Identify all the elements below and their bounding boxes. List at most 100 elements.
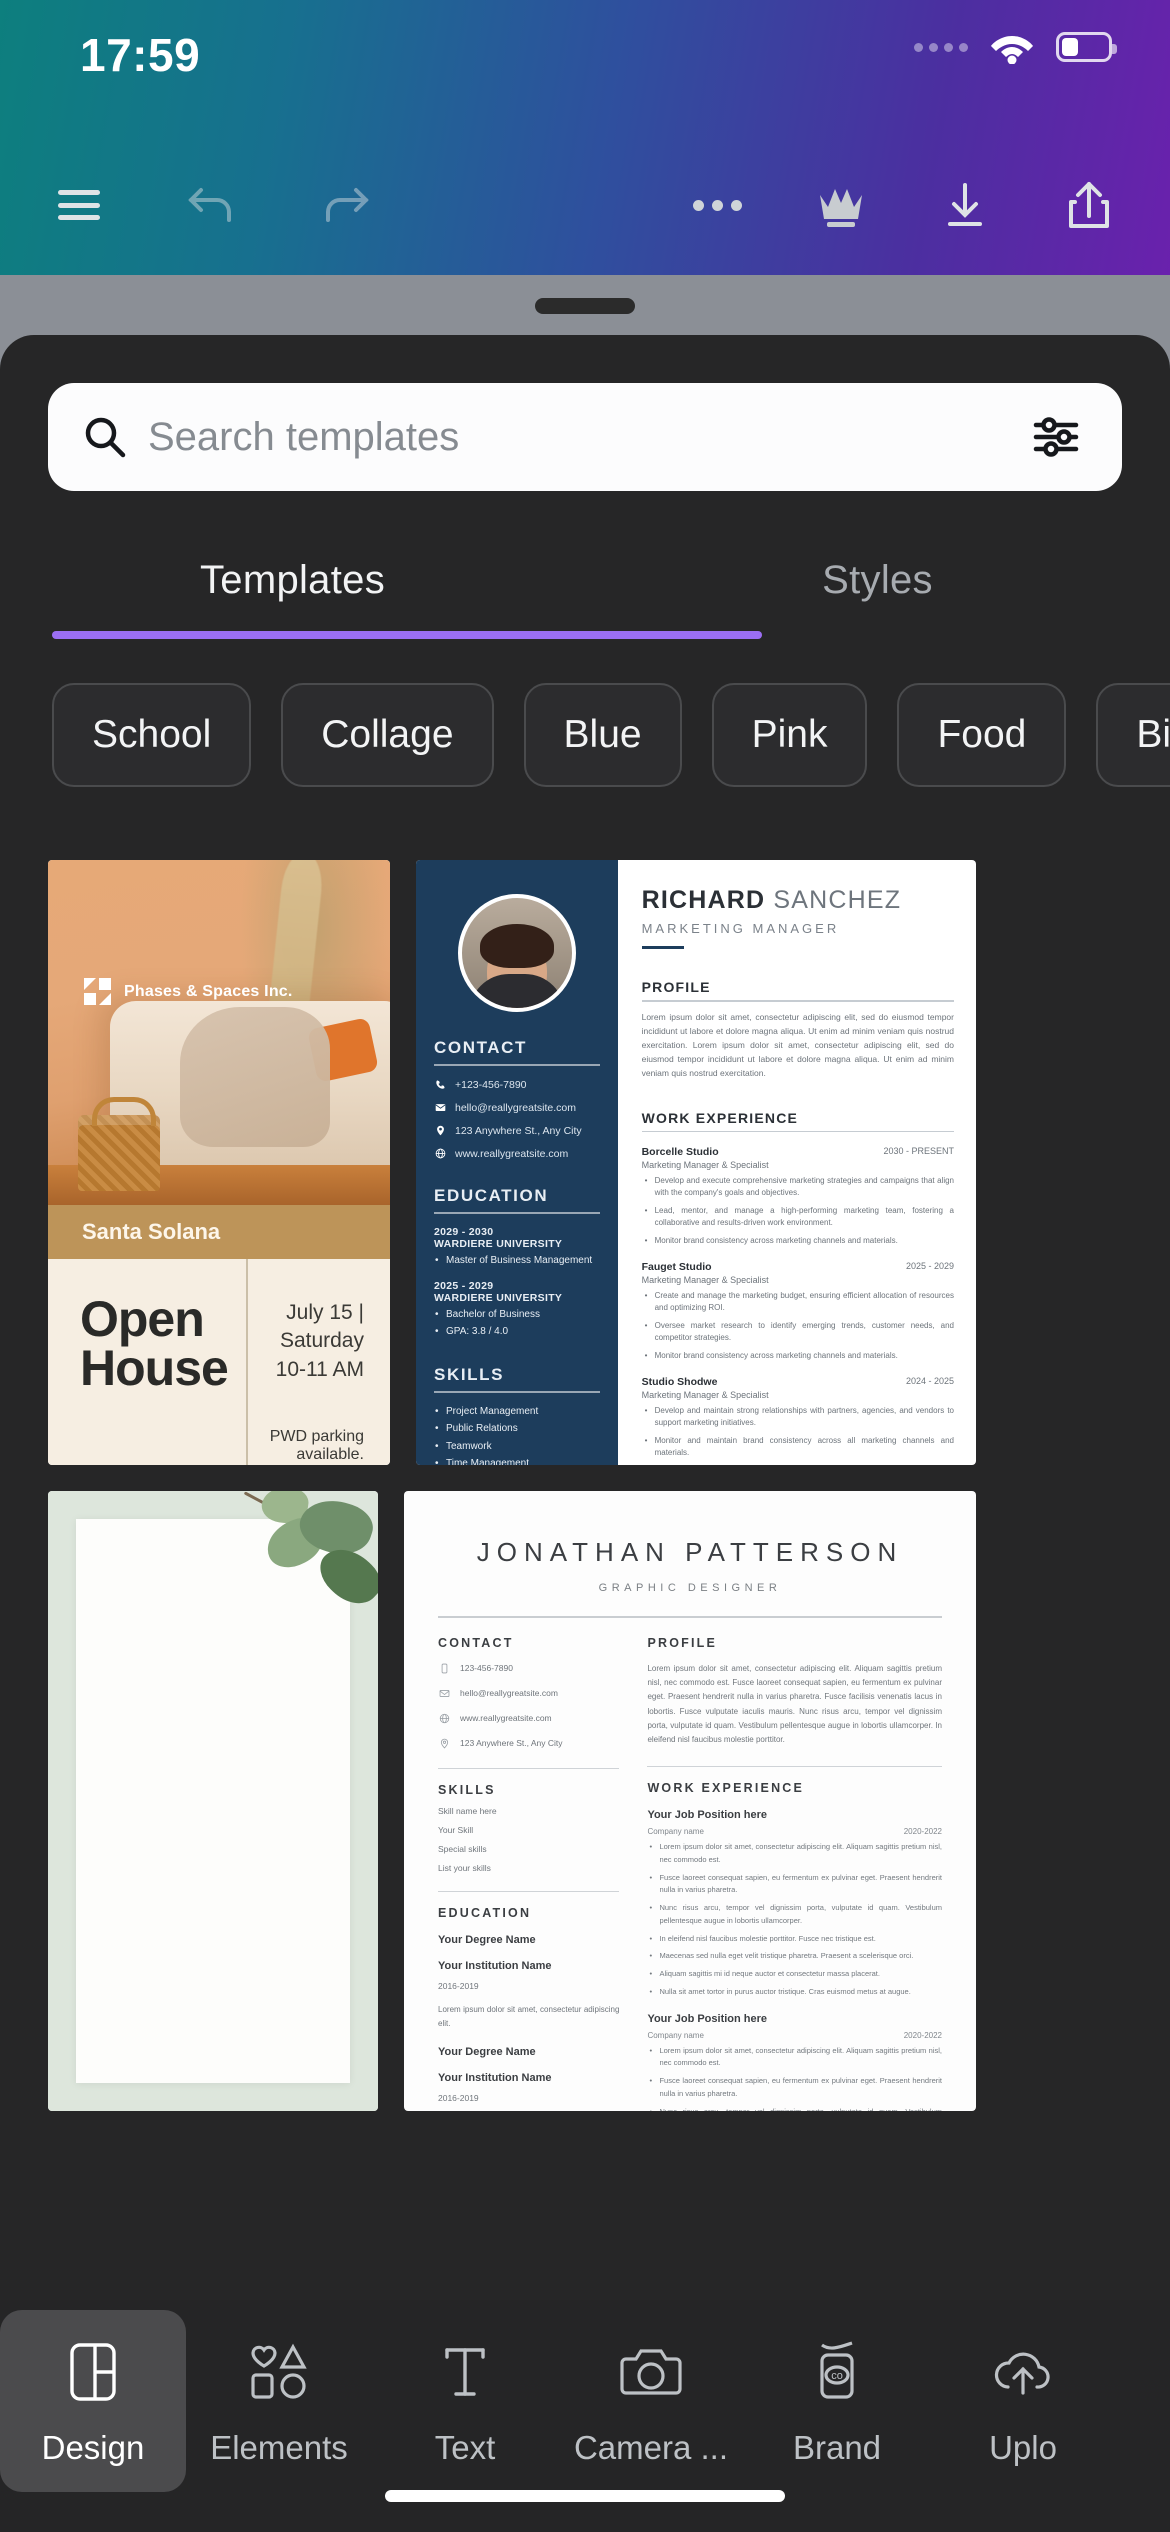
skill-item: Special skills xyxy=(438,1843,487,1854)
wifi-icon xyxy=(990,30,1034,64)
template-row-1: Phases & Spaces Inc. Santa Solana Open H… xyxy=(48,860,1122,1465)
job-meta: Company name 2020-2022 xyxy=(647,2031,942,2040)
chip-blue[interactable]: Blue xyxy=(523,683,682,787)
phone-icon xyxy=(434,1078,447,1091)
skills-heading: SKILLS xyxy=(434,1364,505,1384)
phone-screen: 17:59 Search templates Templates Styles … xyxy=(0,0,1170,2532)
search-magnifier-icon xyxy=(78,410,132,464)
nav-item-elements[interactable]: Elements xyxy=(186,2310,372,2492)
open-house-photo: Phases & Spaces Inc. xyxy=(48,860,390,1205)
hamburger-menu-icon[interactable] xyxy=(40,166,118,244)
job-bullet: Lorem ipsum dolor sit amet, consectetur … xyxy=(649,2045,942,2071)
job-role: Marketing Manager & Specialist xyxy=(641,1160,769,1171)
tab-styles[interactable]: Styles xyxy=(585,525,1170,635)
chip-food[interactable]: Food xyxy=(897,683,1067,787)
tab-styles-label: Styles xyxy=(822,557,933,602)
eucalyptus-frame xyxy=(48,1491,378,2111)
redo-arrow-icon[interactable] xyxy=(306,166,384,244)
chip-pink[interactable]: Pink xyxy=(711,683,868,787)
location-name: Santa Solana xyxy=(82,1219,221,1244)
job-bullet: Create and manage the marketing budget, … xyxy=(645,1290,954,1315)
education-years: 2025 - 2029 xyxy=(434,1279,494,1292)
resume-main: RICHARD SANCHEZ MARKETING MANAGER PROFIL… xyxy=(618,860,976,1465)
mail-icon xyxy=(434,1101,447,1114)
resume-sidebar: CONTACT +123-456-7890 hello@reallygreats… xyxy=(416,860,618,1465)
contact-row: +123-456-7890 xyxy=(434,1078,600,1091)
resume-right-column: PROFILE Lorem ipsum dolor sit amet, cons… xyxy=(647,1636,942,2111)
contact-row: 123-456-7890 xyxy=(438,1662,619,1675)
nav-item-design[interactable]: Design xyxy=(0,2310,186,2492)
upload-cloud-icon xyxy=(992,2335,1054,2409)
active-tab-indicator xyxy=(52,631,762,639)
blank-paper xyxy=(76,1519,350,2083)
education-item: Bachelor of Business xyxy=(435,1308,600,1322)
template-card-jonathan-patterson[interactable]: JONATHAN PATTERSON GRAPHIC DESIGNER CONT… xyxy=(404,1491,976,2111)
search-bar[interactable] xyxy=(48,383,1122,491)
crown-pro-icon[interactable] xyxy=(802,166,880,244)
status-bar-time: 17:59 xyxy=(80,29,201,81)
basket-shape xyxy=(78,1097,160,1191)
skill-item: Public Relations xyxy=(435,1422,600,1436)
share-upload-icon[interactable] xyxy=(1050,166,1128,244)
job-meta: Company name 2020-2022 xyxy=(647,1827,942,1836)
job-dates: 2025 - 2029 xyxy=(905,1261,954,1272)
design-layout-icon xyxy=(66,2335,120,2409)
status-bar-indicators xyxy=(914,30,1117,64)
divider xyxy=(434,1212,600,1214)
nav-item-camera[interactable]: Camera ... xyxy=(558,2310,744,2492)
contact-row: 123 Anywhere St., Any City xyxy=(438,1737,619,1750)
skill-item: Teamwork xyxy=(435,1440,600,1454)
chip-collage[interactable]: Collage xyxy=(281,683,494,787)
job-role: Marketing Manager & Specialist xyxy=(641,1389,769,1400)
chip-school[interactable]: School xyxy=(52,683,252,787)
job-dates: 2030 - PRESENT xyxy=(883,1146,954,1157)
nav-label: Uplo xyxy=(989,2429,1057,2466)
filter-sliders-icon[interactable] xyxy=(1028,407,1088,467)
nav-item-uploads[interactable]: Uplo xyxy=(930,2310,1116,2492)
open-house-date: July 15 | Saturday xyxy=(279,1301,364,1353)
job-company: Company name xyxy=(647,1827,704,1837)
job-title: Your Job Position here xyxy=(647,1809,768,1822)
job-bullet: Aliquam sagittis mi id neque auctor et c… xyxy=(649,1968,942,1981)
education-years: 2016-2019 xyxy=(438,2092,479,2103)
nav-label: Brand xyxy=(792,2429,882,2466)
sheet-drag-handle[interactable] xyxy=(535,298,635,314)
template-card-open-house[interactable]: Phases & Spaces Inc. Santa Solana Open H… xyxy=(48,860,390,1465)
filter-chip-row[interactable]: School Collage Blue Pink Food Bi xyxy=(0,675,1170,795)
contact-row: www.reallygreatsite.com xyxy=(438,1712,619,1725)
job-bullet: Maecenas sed nulla eget velit tristique … xyxy=(649,1950,942,1963)
education-school: WARDIERE UNIVERSITY xyxy=(434,1291,563,1304)
template-card-richard-sanchez[interactable]: CONTACT +123-456-7890 hello@reallygreats… xyxy=(416,860,976,1465)
open-house-body: Open House July 15 | Saturday 10-11 AM P… xyxy=(48,1259,390,1465)
nav-item-brand[interactable]: co Brand xyxy=(744,2310,930,2492)
nav-label: Design xyxy=(41,2429,145,2466)
resume-last-name: SANCHEZ xyxy=(765,886,902,914)
mail-icon xyxy=(438,1687,451,1700)
job-company: Fauget Studio xyxy=(641,1261,712,1274)
battery-icon xyxy=(1056,32,1117,62)
contact-row: hello@reallygreatsite.com xyxy=(438,1687,619,1700)
accent-dash xyxy=(641,946,684,949)
nav-label: Text xyxy=(434,2429,496,2466)
brand-can-icon: co xyxy=(810,2335,864,2409)
location-pin-icon xyxy=(438,1737,451,1750)
search-input[interactable] xyxy=(132,414,1028,460)
job-company: Studio Shodwe xyxy=(641,1375,718,1388)
job-bullet: Develop and execute comprehensive market… xyxy=(645,1175,954,1200)
divider xyxy=(647,1765,942,1768)
nav-item-text[interactable]: Text xyxy=(372,2310,558,2492)
template-grid: Phases & Spaces Inc. Santa Solana Open H… xyxy=(0,860,1170,2350)
tab-templates[interactable]: Templates xyxy=(0,525,585,635)
download-icon[interactable] xyxy=(926,166,1004,244)
editor-toolbar xyxy=(0,150,1170,260)
template-card-eucalyptus[interactable] xyxy=(48,1491,378,2111)
panel-tabs: Templates Styles xyxy=(0,525,1170,635)
chip-birthday[interactable]: Bi xyxy=(1096,683,1170,787)
resume-first-name: RICHARD xyxy=(641,886,766,914)
more-options-icon[interactable] xyxy=(678,166,756,244)
job-bullet: Lorem ipsum dolor sit amet, consectetur … xyxy=(649,1841,942,1867)
undo-arrow-icon[interactable] xyxy=(173,166,251,244)
divider xyxy=(641,1130,954,1133)
education-years: 2016-2019 xyxy=(438,1980,479,1991)
education-item: Master of Business Management xyxy=(435,1254,600,1268)
